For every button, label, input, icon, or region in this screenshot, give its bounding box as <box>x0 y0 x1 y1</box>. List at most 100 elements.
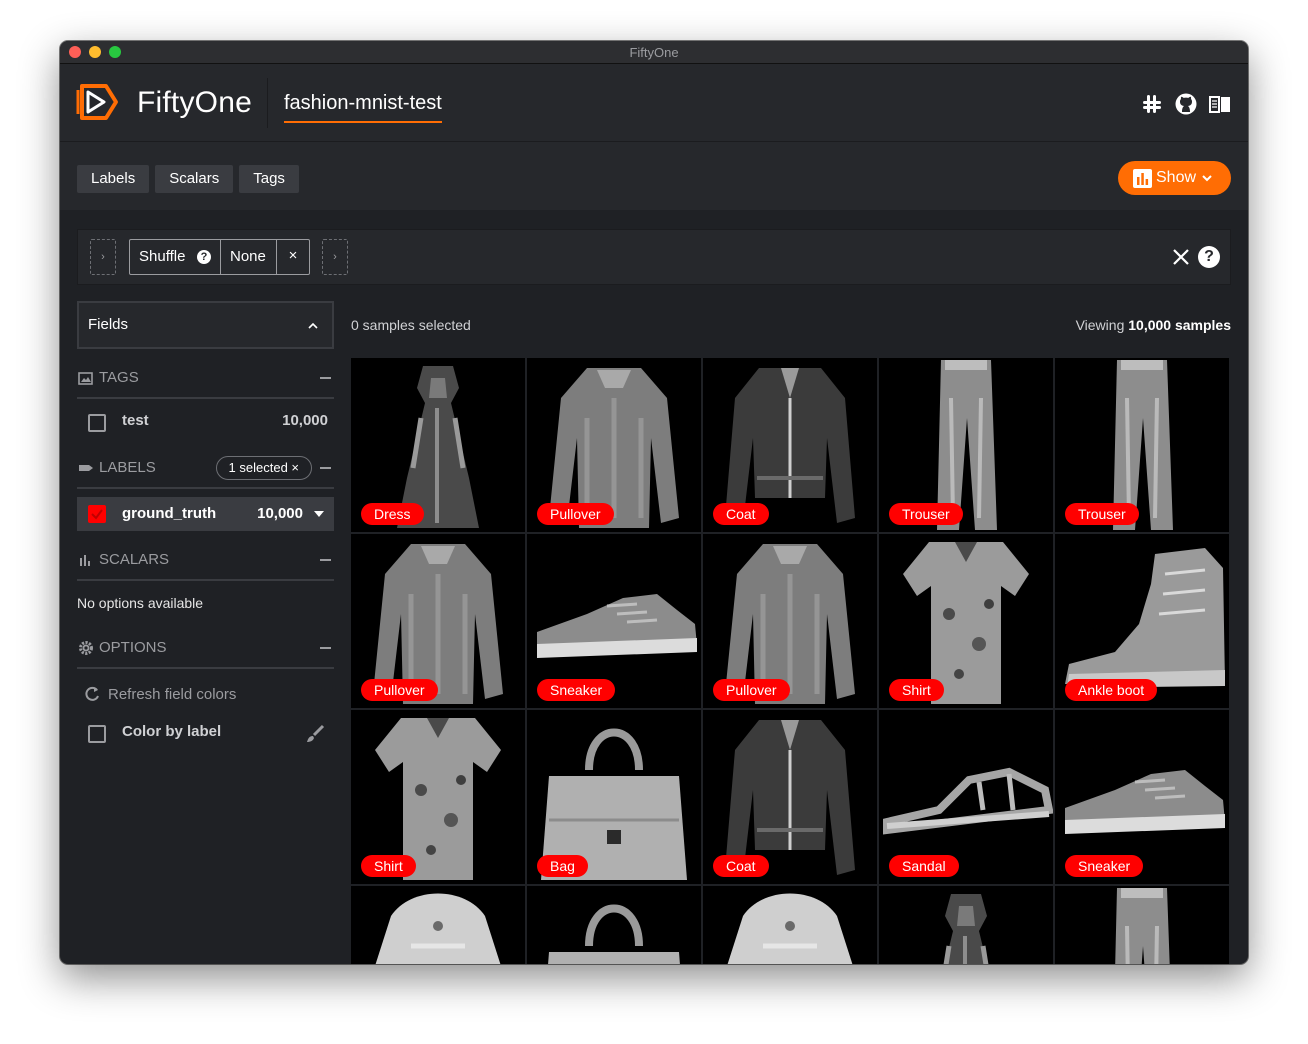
options-section-title: OPTIONS <box>99 639 167 656</box>
ground-truth-tag: Shirt <box>361 855 416 877</box>
app-header: FiftyOne fashion-mnist-test <box>60 64 1248 142</box>
samples-selected-text: 0 samples selected <box>351 317 471 333</box>
collapse-labels-icon[interactable] <box>320 467 331 469</box>
stage-name[interactable]: Shuffle ? <box>130 240 221 274</box>
refresh-colors-button[interactable]: Refresh field colors <box>77 675 334 713</box>
sample-tile[interactable]: Bag <box>527 710 701 884</box>
show-button-label: Show <box>1156 169 1197 186</box>
tag-row-test[interactable]: test 10,000 <box>77 399 334 447</box>
clear-view-icon[interactable] <box>1170 246 1192 268</box>
toolbar: Labels Scalars Tags Show <box>60 142 1248 210</box>
sample-tile[interactable] <box>879 886 1053 964</box>
sample-tile[interactable]: Pullover <box>527 358 701 532</box>
ground-truth-tag: Pullover <box>713 679 790 701</box>
ground-truth-tag: Pullover <box>537 503 614 525</box>
stage-param-input[interactable]: None <box>221 240 277 274</box>
color-by-label-text: Color by label <box>122 723 222 740</box>
sample-tile[interactable] <box>527 886 701 964</box>
github-icon[interactable] <box>1174 92 1198 116</box>
tag-checkbox[interactable] <box>88 414 106 432</box>
ground-truth-tag: Dress <box>361 503 424 525</box>
show-plots-button[interactable]: Show <box>1118 161 1231 195</box>
help-icon[interactable]: ? <box>197 250 211 264</box>
title-bar: FiftyOne <box>60 41 1248 64</box>
sample-tile[interactable]: Shirt <box>879 534 1053 708</box>
tab-tags[interactable]: Tags <box>239 165 299 193</box>
ground-truth-checkbox[interactable] <box>88 505 106 523</box>
tags-section-header[interactable]: TAGS <box>77 357 334 399</box>
fields-header[interactable]: Fields <box>77 301 334 349</box>
tab-labels[interactable]: Labels <box>77 165 150 193</box>
app-window: FiftyOne FiftyOne fashion-mnist-test Lab… <box>60 41 1248 964</box>
ground-truth-tag: Bag <box>537 855 588 877</box>
ground-truth-tag: Pullover <box>361 679 438 701</box>
sample-tile[interactable]: Trouser <box>1055 358 1229 532</box>
chevron-down-icon <box>1202 175 1212 182</box>
slack-icon[interactable] <box>1140 92 1164 116</box>
window-title: FiftyOne <box>629 45 679 60</box>
remove-stage-button[interactable]: × <box>277 240 309 274</box>
ground-truth-label: ground_truth <box>122 505 217 522</box>
ground-truth-tag: Trouser <box>1065 503 1139 525</box>
bar-chart-icon <box>1133 168 1152 188</box>
sample-tile[interactable]: Pullover <box>703 534 877 708</box>
labels-section-header[interactable]: LABELS 1 selected × <box>77 447 334 489</box>
labels-section-title: LABELS <box>99 459 156 476</box>
label-tag-icon <box>79 465 93 471</box>
tab-group: Labels Scalars Tags <box>77 165 299 193</box>
ground-truth-tag: Sneaker <box>537 679 616 701</box>
scalars-empty-text: No options available <box>77 595 204 611</box>
ground-truth-tag: Ankle boot <box>1065 679 1158 701</box>
sample-tile[interactable] <box>703 886 877 964</box>
expand-ground-truth-icon[interactable] <box>314 511 324 517</box>
samples-grid: Dress Pullover Coat Trouser Trouser Pullover S… <box>351 358 1231 964</box>
viewing-prefix: Viewing <box>1075 317 1125 333</box>
scalars-section-header[interactable]: SCALARS <box>77 539 334 581</box>
sample-tile[interactable]: Shirt <box>351 710 525 884</box>
bar-chart-small-icon <box>80 555 90 566</box>
label-row-ground-truth[interactable]: ground_truth 10,000 <box>77 497 334 531</box>
collapse-tags-icon[interactable] <box>320 377 331 379</box>
sample-tile[interactable]: Coat <box>703 710 877 884</box>
scalars-section-title: SCALARS <box>99 551 170 568</box>
ground-truth-tag: Coat <box>713 503 769 525</box>
grid-status-bar: 0 samples selected Viewing 10,000 sample… <box>351 317 1231 337</box>
color-by-label-checkbox[interactable] <box>88 725 106 743</box>
sample-tile[interactable]: Ankle boot <box>1055 534 1229 708</box>
ground-truth-tag: Coat <box>713 855 769 877</box>
stage-name-label: Shuffle <box>139 248 186 265</box>
fiftyone-logo-icon[interactable] <box>76 80 120 124</box>
options-section-header[interactable]: OPTIONS <box>77 627 334 669</box>
dataset-selector[interactable]: fashion-mnist-test <box>284 92 442 123</box>
sample-tile[interactable]: Dress <box>351 358 525 532</box>
tag-label: test <box>122 412 149 429</box>
sample-image <box>548 904 680 964</box>
view-help-icon[interactable]: ? <box>1198 246 1220 268</box>
image-tags-icon <box>78 372 93 385</box>
sample-tile[interactable]: Sneaker <box>527 534 701 708</box>
logo-text[interactable]: FiftyOne <box>137 86 252 120</box>
paintbrush-icon[interactable] <box>304 723 326 745</box>
sample-tile[interactable]: Sneaker <box>1055 710 1229 884</box>
tab-scalars[interactable]: Scalars <box>155 165 234 193</box>
gear-icon <box>79 641 93 655</box>
collapse-options-icon[interactable] <box>320 647 331 649</box>
sample-tile[interactable] <box>1055 886 1229 964</box>
sample-tile[interactable]: Trouser <box>879 358 1053 532</box>
sample-tile[interactable] <box>351 886 525 964</box>
sample-tile[interactable]: Sandal <box>879 710 1053 884</box>
sample-tile[interactable]: Pullover <box>351 534 525 708</box>
add-stage-after-button[interactable]: › <box>322 239 348 275</box>
sidebar: Fields TAGS test 10,000 LABELS 1 selecte… <box>77 301 334 761</box>
view-stage-shuffle[interactable]: Shuffle ? None × <box>129 239 310 275</box>
color-by-label-row[interactable]: Color by label <box>77 713 334 761</box>
fields-label: Fields <box>88 316 129 333</box>
add-stage-before-button[interactable]: › <box>90 239 116 275</box>
sample-image <box>943 894 989 964</box>
checkmark-icon <box>91 509 103 520</box>
docs-book-icon[interactable] <box>1208 92 1232 116</box>
header-divider <box>267 78 268 128</box>
collapse-scalars-icon[interactable] <box>320 559 331 561</box>
labels-selected-pill[interactable]: 1 selected × <box>215 456 312 480</box>
sample-tile[interactable]: Coat <box>703 358 877 532</box>
